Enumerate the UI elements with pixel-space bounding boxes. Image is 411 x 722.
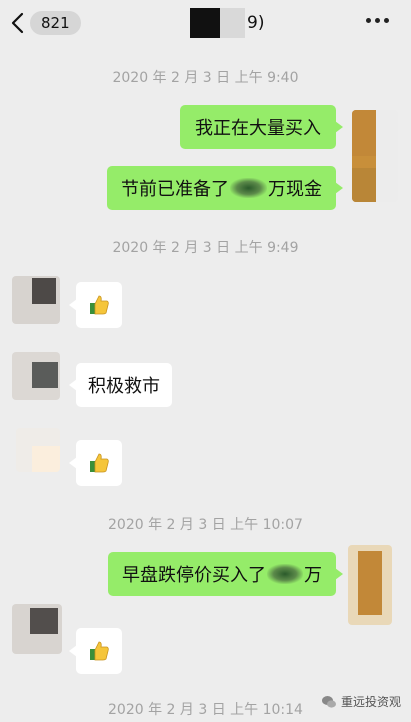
unread-count-badge: 821 [30, 11, 81, 35]
chat-title: 9) [190, 8, 264, 38]
redacted-amount [267, 564, 303, 584]
chevron-left-icon [11, 12, 24, 34]
my-avatar[interactable] [352, 110, 398, 202]
contact-avatar[interactable] [12, 352, 60, 400]
thumbs-up-emoji-icon [90, 453, 109, 473]
timestamp: 2020 年 2 月 3 日 上午 9:49 [112, 240, 299, 256]
more-dots-icon [366, 18, 371, 23]
more-options-button[interactable] [366, 18, 389, 23]
chat-header: 821 9) [0, 0, 411, 48]
wechat-logo-icon [321, 695, 336, 708]
received-message[interactable]: 积极救市 [69, 363, 172, 407]
contact-avatar[interactable] [12, 604, 62, 654]
title-suffix: 9) [247, 13, 265, 33]
received-emoji-message[interactable] [69, 440, 122, 486]
redacted-amount [230, 178, 267, 198]
sent-message[interactable]: 早盘跌停价买入了 万 [108, 552, 343, 596]
timestamp: 2020 年 2 月 3 日 上午 10:07 [108, 517, 303, 533]
contact-avatar[interactable] [16, 428, 60, 472]
redacted-title [190, 8, 245, 38]
sent-message[interactable]: 节前已准备了 万现金 [107, 166, 343, 210]
thumbs-up-emoji-icon [90, 641, 109, 661]
received-emoji-message[interactable] [69, 282, 122, 328]
watermark: 重远投资观 [321, 693, 401, 710]
my-avatar[interactable] [348, 545, 392, 625]
sent-message[interactable]: 我正在大量买入 [180, 105, 343, 149]
received-emoji-message[interactable] [69, 628, 122, 674]
back-button[interactable]: 821 [10, 9, 81, 37]
contact-avatar[interactable] [12, 276, 60, 324]
thumbs-up-emoji-icon [90, 295, 109, 315]
timestamp: 2020 年 2 月 3 日 上午 9:40 [112, 70, 299, 86]
